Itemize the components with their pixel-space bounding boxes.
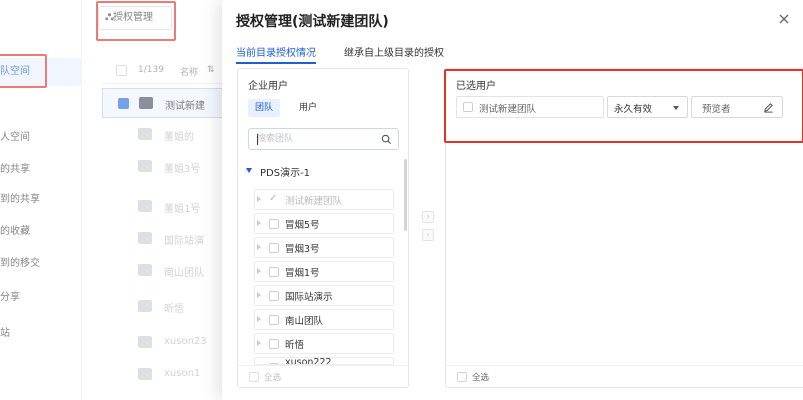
expand-icon[interactable] [246,168,252,173]
move-right-button[interactable]: › [422,211,434,223]
selected-user[interactable]: 测试新建团队 [456,96,604,118]
user-checkbox[interactable] [463,102,473,112]
enterprise-users-panel: 企业用户 团队 用户 PDS演示-1 ✓测试新建团队 冒烟5号 冒烟3号 冒烟1… [237,68,409,388]
tree-item[interactable]: 昕悟 [254,333,394,354]
item-checkbox[interactable] [269,267,279,277]
dialog-title: 授权管理(测试新建团队) [236,14,389,30]
item-checkbox[interactable] [269,219,279,229]
select-all-checkbox[interactable] [457,372,467,382]
tab-current-dir-auth[interactable]: 当前目录授权情况 [236,44,316,64]
selected-user-row: 测试新建团队 永久有效 预览者 [456,96,786,118]
scrollbar[interactable] [404,159,407,231]
item-checkbox[interactable] [269,243,279,253]
role-select[interactable]: 预览者 [691,96,783,118]
item-checkbox[interactable] [269,291,279,301]
search-box [248,128,399,150]
tab-inherited-auth[interactable]: 继承自上级目录的授权 [344,44,444,59]
expand-arrow-icon[interactable] [257,292,261,298]
tree-item[interactable]: 国际站演示 [254,285,394,306]
expand-arrow-icon[interactable] [257,316,261,322]
panel-title: 已选用户 [456,81,496,92]
auth-management-dialog: 授权管理(测试新建团队) 当前目录授权情况 继承自上级目录的授权 企业用户 团队… [222,0,803,400]
panel-title: 企业用户 [248,81,288,92]
tree-item[interactable]: 冒烟5号 [254,213,394,234]
checked-disabled-icon: ✓ [269,193,278,204]
panel-footer: 全选 [446,365,803,387]
search-icon[interactable] [381,134,392,145]
chevron-down-icon [673,106,679,110]
select-all-checkbox[interactable] [249,372,259,382]
tree-item[interactable]: 南山团队 [254,309,394,330]
subtab-teams[interactable]: 团队 [248,99,281,117]
panel-footer: 全选 [238,365,408,387]
selected-users-panel: 已选用户 测试新建团队 永久有效 预览者 全选 [445,68,803,388]
item-checkbox[interactable] [269,315,279,325]
expand-arrow-icon[interactable] [257,196,261,202]
edit-icon[interactable] [763,102,774,113]
search-input[interactable] [257,132,377,146]
item-checkbox[interactable] [269,339,279,349]
tree-item: ✓ 测试新建团队 [254,189,394,210]
close-icon[interactable] [777,12,791,26]
expand-arrow-icon[interactable] [257,220,261,226]
tree-item[interactable]: xuson222 [254,357,394,365]
duration-select[interactable]: 永久有效 [607,96,688,118]
tree-item[interactable]: 冒烟3号 [254,237,394,258]
tree-item[interactable]: 冒烟1号 [254,261,394,282]
subtab-users[interactable]: 用户 [292,99,324,117]
move-left-button[interactable]: ‹ [422,229,434,241]
expand-arrow-icon[interactable] [257,340,261,346]
expand-arrow-icon[interactable] [257,244,261,250]
expand-arrow-icon[interactable] [257,268,261,274]
